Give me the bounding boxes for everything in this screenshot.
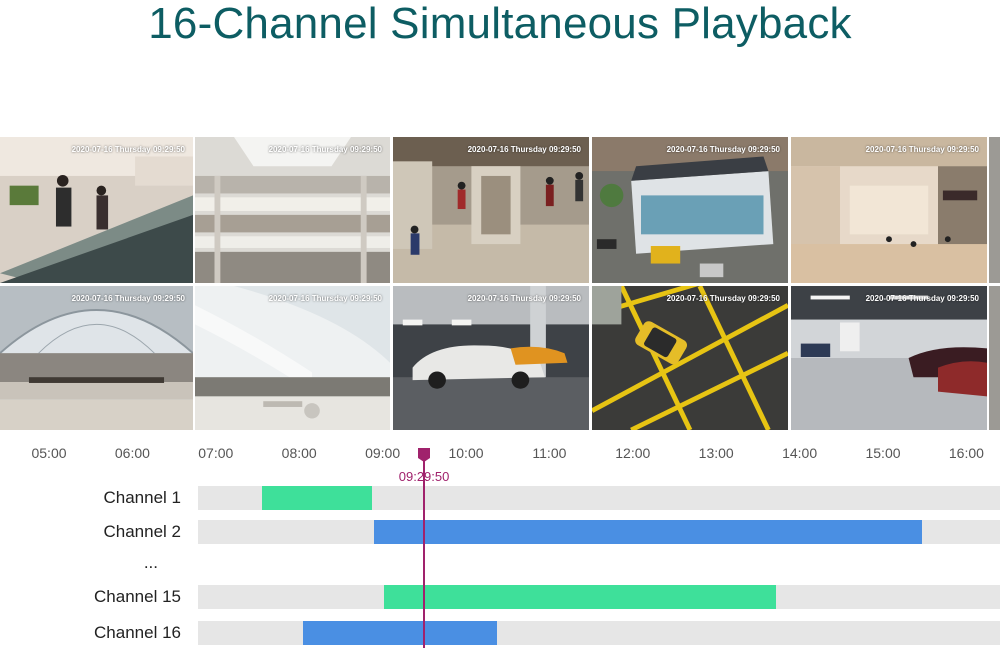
time-tick-label: 13:00: [698, 445, 734, 461]
camera-feed-image: [592, 286, 788, 430]
channel-track[interactable]: [198, 486, 1000, 510]
recording-segment[interactable]: [303, 621, 497, 645]
timeline-axis: 05:00 06:00 07:00 08:00 09:00 10:00 11:00 12:00…: [0, 445, 1000, 467]
camera-tile[interactable]: 2020-07-16 Thursday 09:29:50: [791, 137, 987, 283]
camera-timestamp: 2020-07-16 Thursday 09:29:50: [666, 294, 780, 303]
channel-track[interactable]: [198, 621, 1000, 645]
channel-track[interactable]: [198, 520, 1000, 544]
camera-tile[interactable]: 2020-07-16 Thursday 09:29:50: [0, 137, 193, 283]
time-tick-label: 07:00: [198, 445, 234, 461]
page-title: 16-Channel Simultaneous Playback: [148, 0, 852, 48]
camera-feed-image: [0, 286, 193, 430]
camera-timestamp: 2020-07-16 Thursday 09:29:50: [467, 294, 581, 303]
playhead-handle-icon[interactable]: [418, 448, 431, 462]
time-tick-label: 11:00: [532, 445, 567, 461]
camera-tile[interactable]: 2020-07-16 Thursday 09:29:50: [195, 137, 390, 283]
camera-tile-partial[interactable]: [989, 137, 1000, 283]
camera-timestamp: 2020-07-16 Thursday 09:29:50: [666, 145, 780, 154]
time-tick-label: 10:00: [448, 445, 484, 461]
camera-grid: 2020-07-16 Thursday 09:29:50 2020-07-16 T…: [0, 137, 1000, 430]
channel-label: Channel 15: [94, 587, 181, 606]
time-tick-label: 15:00: [865, 445, 901, 461]
camera-feed-image: [791, 137, 987, 283]
time-tick-label: 05:00: [31, 445, 67, 461]
camera-timestamp: 2020-07-16 Thursday 09:29:50: [268, 145, 382, 154]
camera-tile-partial[interactable]: [989, 286, 1000, 430]
camera-timestamp: 2020-07-16 Thursday 09:29:50: [71, 145, 185, 154]
camera-timestamp: 2020-07-16 Thursday 09:29:50: [865, 294, 979, 303]
recording-segment[interactable]: [374, 520, 923, 544]
camera-feed-image: [791, 286, 987, 430]
camera-feed-image: [195, 137, 390, 283]
camera-tile[interactable]: 2020-07-16 Thursday 09:29:50: [791, 286, 987, 430]
time-tick-label: 06:00: [114, 445, 150, 461]
channel-label: Channel 1: [103, 488, 181, 507]
camera-timestamp: 2020-07-16 Thursday 09:29:50: [865, 145, 979, 154]
channel-ellipsis: ...: [143, 553, 158, 572]
camera-timestamp: 2020-07-16 Thursday 09:29:50: [71, 294, 185, 303]
time-tick-label: 12:00: [615, 445, 651, 461]
channel-label: Channel 16: [94, 623, 181, 642]
camera-timestamp: 2020-07-16 Thursday 09:29:50: [467, 145, 581, 154]
playhead-time-label: 09:29:50: [398, 469, 450, 484]
camera-tile[interactable]: 2020-07-16 Thursday 09:29:50: [592, 137, 788, 283]
camera-feed-image: [592, 137, 788, 283]
channel-label: Channel 2: [103, 522, 181, 541]
camera-tile[interactable]: 2020-07-16 Thursday 09:29:50: [393, 137, 589, 283]
recording-segment[interactable]: [384, 585, 777, 609]
time-tick-label: 14:00: [782, 445, 818, 461]
camera-tile[interactable]: 2020-07-16 Thursday 09:29:50: [592, 286, 788, 430]
playhead-line[interactable]: [423, 458, 426, 648]
channel-track[interactable]: [198, 585, 1000, 609]
camera-tile[interactable]: 2020-07-16 Thursday 09:29:50: [393, 286, 589, 430]
time-tick-label: 09:00: [365, 445, 401, 461]
camera-tile[interactable]: 2020-07-16 Thursday 09:29:50: [0, 286, 193, 430]
camera-feed-image: [0, 137, 193, 283]
camera-feed-image: [393, 137, 589, 283]
time-tick-label: 16:00: [948, 445, 984, 461]
recording-segment[interactable]: [261, 486, 372, 510]
camera-timestamp: 2020-07-16 Thursday 09:29:50: [268, 294, 382, 303]
camera-tile[interactable]: 2020-07-16 Thursday 09:29:50: [195, 286, 390, 430]
time-tick-label: 08:00: [281, 445, 317, 461]
camera-feed-image: [393, 286, 589, 430]
camera-feed-image: [195, 286, 390, 430]
